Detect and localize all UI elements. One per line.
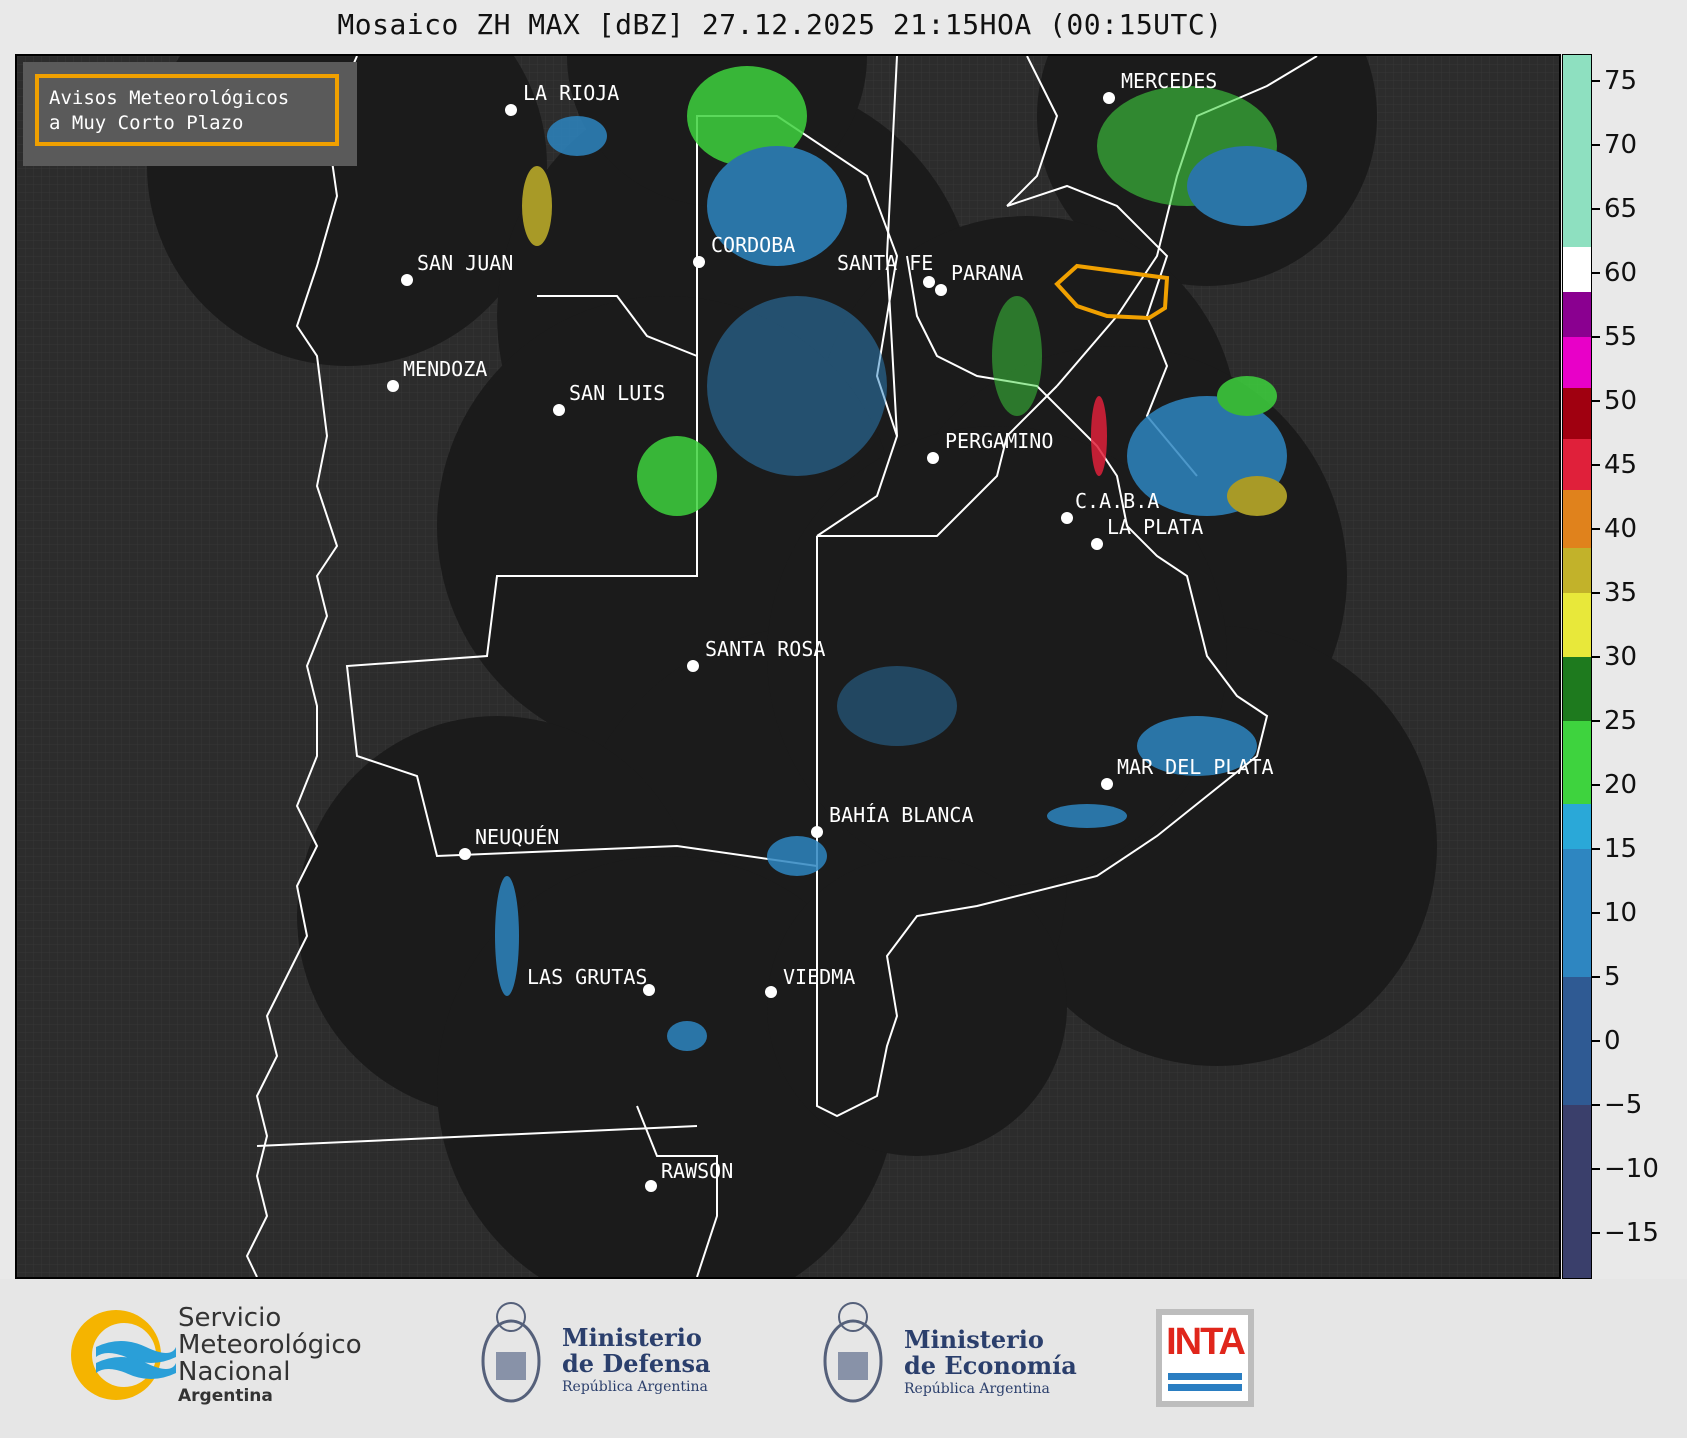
colorbar-tick-mark: [1592, 976, 1600, 979]
colorbar-tick-mark: [1592, 912, 1600, 915]
colorbar-tick-label: −15: [1604, 1218, 1659, 1249]
svg-text:SANTA ROSA: SANTA ROSA: [705, 637, 825, 661]
svg-text:MAR DEL PLATA: MAR DEL PLATA: [1117, 755, 1274, 779]
colorbar-tick-label: 25: [1604, 705, 1638, 736]
economia-line-2: de Economía: [904, 1351, 1077, 1380]
svg-text:C.A.B.A: C.A.B.A: [1075, 489, 1159, 513]
colorbar-band: [1563, 247, 1591, 292]
economia-seal-icon: [820, 1297, 886, 1415]
footer-logos: Servicio Meteorológico Nacional Argentin…: [0, 1279, 1687, 1438]
colorbar-tick-mark: [1592, 271, 1600, 274]
svg-text:LA PLATA: LA PLATA: [1107, 515, 1203, 539]
svg-text:SAN LUIS: SAN LUIS: [569, 381, 665, 405]
svg-text:MERCEDES: MERCEDES: [1121, 69, 1217, 93]
colorbar-tick-label: 40: [1604, 513, 1638, 544]
colorbar-tick-mark: [1592, 1040, 1600, 1043]
inta-text: INTA: [1166, 1321, 1246, 1363]
defensa-line-3: República Argentina: [562, 1379, 708, 1395]
colorbar-tick-mark: [1592, 527, 1600, 530]
colorbar-tick-mark: [1592, 1168, 1600, 1171]
smn-line-1: Servicio: [178, 1303, 282, 1333]
colorbar-tick-mark: [1592, 335, 1600, 338]
colorbar-band: [1563, 387, 1591, 440]
colorbar-tick-mark: [1592, 79, 1600, 82]
smn-line-3: Nacional: [178, 1357, 291, 1387]
colorbar-tick-label: 50: [1604, 385, 1638, 416]
colorbar-tick-mark: [1592, 591, 1600, 594]
colorbar-tick-label: 75: [1604, 65, 1638, 96]
defensa-line-2: de Defensa: [562, 1349, 711, 1378]
svg-text:SAN JUAN: SAN JUAN: [417, 251, 513, 275]
colorbar-tick-mark: [1592, 847, 1600, 850]
colorbar-tick-label: 70: [1604, 129, 1638, 160]
avisos-box[interactable]: Avisos Meteorológicos a Muy Corto Plazo: [23, 62, 357, 166]
smn-name: Servicio Meteorológico Nacional Argentin…: [178, 1303, 362, 1407]
radar-map[interactable]: LA RIOJA MERCEDES CORDOBA SAN JUAN SANTA…: [15, 54, 1561, 1279]
colorbar-tick-label: 65: [1604, 193, 1638, 224]
colorbar-tick-label: 0: [1604, 1026, 1621, 1057]
svg-text:CORDOBA: CORDOBA: [711, 233, 795, 257]
svg-text:PERGAMINO: PERGAMINO: [945, 429, 1053, 453]
svg-text:MENDOZA: MENDOZA: [403, 357, 487, 381]
svg-text:RAWSON: RAWSON: [661, 1159, 733, 1183]
colorbar-tick-label: 30: [1604, 641, 1638, 672]
colorbar-tick-mark: [1592, 655, 1600, 658]
avisos-box-frame: Avisos Meteorológicos a Muy Corto Plazo: [35, 74, 339, 146]
colorbar-tick-label: 60: [1604, 257, 1638, 288]
colorbar: [1562, 54, 1592, 1279]
colorbar-tick-mark: [1592, 207, 1600, 210]
map-canvas: LA RIOJA MERCEDES CORDOBA SAN JUAN SANTA…: [17, 56, 1559, 1277]
colorbar-band: [1563, 439, 1591, 491]
colorbar-tick-mark: [1592, 463, 1600, 466]
colorbar-tick-label: −10: [1604, 1154, 1659, 1185]
svg-text:LAS GRUTAS: LAS GRUTAS: [527, 965, 647, 989]
inta-logo: INTA: [1156, 1309, 1254, 1407]
svg-text:VIEDMA: VIEDMA: [783, 965, 855, 989]
colorbar-tick-mark: [1592, 1232, 1600, 1235]
colorbar-tick-mark: [1592, 399, 1600, 402]
colorbar-tick-label: 15: [1604, 833, 1638, 864]
colorbar-band: [1563, 548, 1591, 593]
colorbar-tick-label: 10: [1604, 898, 1638, 929]
svg-text:NEUQUÉN: NEUQUÉN: [475, 825, 559, 849]
colorbar-tick-mark: [1592, 143, 1600, 146]
smn-logo: [66, 1305, 176, 1405]
colorbar-tick-mark: [1592, 1104, 1600, 1107]
defensa-line-1: Ministerio: [562, 1323, 702, 1352]
svg-text:PARANA: PARANA: [951, 261, 1023, 285]
smn-line-2: Meteorológico: [178, 1330, 362, 1360]
colorbar-tick-label: 5: [1604, 962, 1621, 993]
colorbar-band: [1563, 490, 1591, 549]
colorbar-band: [1563, 55, 1591, 248]
avisos-line-2: a Muy Corto Plazo: [49, 112, 244, 134]
colorbar-band: [1563, 336, 1591, 388]
svg-text:LA RIOJA: LA RIOJA: [523, 81, 619, 105]
avisos-line-1: Avisos Meteorológicos: [49, 87, 290, 109]
svg-text:SANTA FE: SANTA FE: [837, 251, 933, 275]
svg-text:BAHÍA BLANCA: BAHÍA BLANCA: [829, 803, 974, 827]
colorbar-band: [1563, 592, 1591, 657]
colorbar-band: [1563, 848, 1591, 978]
colorbar-tick-label: 35: [1604, 577, 1638, 608]
map-title: Mosaico ZH MAX [dBZ] 27.12.2025 21:15HOA…: [337, 8, 1223, 41]
defensa-seal-icon: [478, 1297, 544, 1415]
colorbar-band: [1563, 977, 1591, 1106]
colorbar-band: [1563, 804, 1591, 849]
smn-line-4: Argentina: [178, 1386, 273, 1406]
economia-line-3: República Argentina: [904, 1381, 1050, 1397]
colorbar-band: [1563, 656, 1591, 721]
colorbar-tick-label: 20: [1604, 769, 1638, 800]
colorbar-tick-mark: [1592, 783, 1600, 786]
colorbar-tick-label: 55: [1604, 321, 1638, 352]
smn-emblem-icon: [71, 1310, 176, 1400]
economia-line-1: Ministerio: [904, 1325, 1044, 1354]
colorbar-band: [1563, 1105, 1591, 1278]
colorbar-band: [1563, 291, 1591, 337]
colorbar-tick-label: −5: [1604, 1090, 1643, 1121]
colorbar-band: [1563, 720, 1591, 805]
colorbar-tick-label: 45: [1604, 449, 1638, 480]
colorbar-tick-mark: [1592, 719, 1600, 722]
